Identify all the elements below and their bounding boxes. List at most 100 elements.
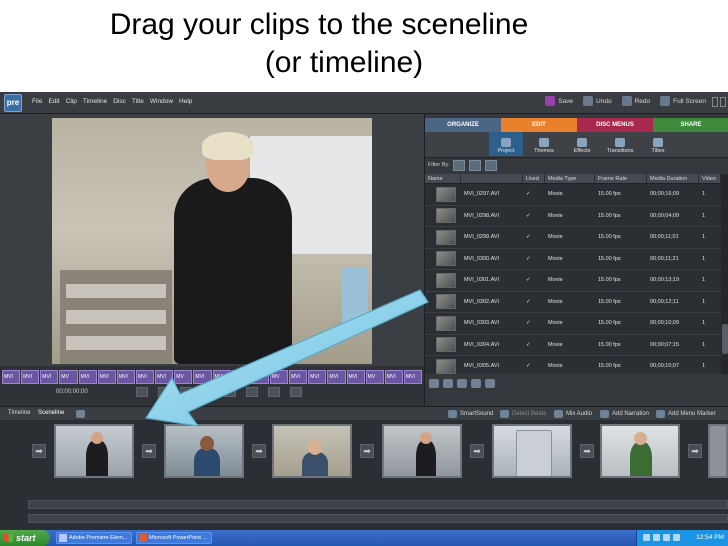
filmstrip-clip[interactable]: MVI: [289, 370, 308, 384]
table-row[interactable]: MVI_0298.AVI ✓ Movie 15.00 fps 00;00;04;…: [425, 206, 721, 227]
transition-slot[interactable]: ➡: [580, 444, 594, 458]
minimize-icon[interactable]: [712, 97, 718, 107]
clip-thumbnail[interactable]: [436, 294, 456, 310]
go-to-start-button[interactable]: [136, 387, 148, 397]
filmstrip-clip[interactable]: MVI: [250, 370, 269, 384]
clip-thumbnail[interactable]: [436, 229, 456, 245]
menu-timeline[interactable]: Timeline: [83, 98, 107, 105]
scene-clip[interactable]: [708, 424, 728, 478]
clip-thumbnail[interactable]: [436, 358, 456, 374]
start-button[interactable]: start: [0, 530, 50, 546]
filmstrip-clip[interactable]: MVI: [384, 370, 403, 384]
close-icon[interactable]: [720, 97, 726, 107]
undo-button[interactable]: Undo: [583, 96, 612, 106]
filter-audio-icon[interactable]: [469, 160, 481, 171]
scene-clip[interactable]: [600, 424, 680, 478]
filmstrip-clip[interactable]: MVI: [193, 370, 212, 384]
col-header-frame-rate[interactable]: Frame Rate: [595, 174, 647, 183]
step-forward-button[interactable]: [202, 387, 214, 397]
list-view-icon[interactable]: [429, 379, 439, 388]
table-row[interactable]: MVI_0297.AVI ✓ Movie 15.00 fps 00;00;16;…: [425, 184, 721, 206]
filmstrip-clip[interactable]: MVI: [40, 370, 59, 384]
filmstrip-clip[interactable]: MVI: [308, 370, 327, 384]
add-menu-marker-button[interactable]: Add Menu Marker: [656, 410, 716, 418]
filmstrip-clip[interactable]: MVI: [212, 370, 231, 384]
subtab-effects[interactable]: Effects: [565, 132, 599, 156]
filmstrip-clip[interactable]: MVI: [97, 370, 116, 384]
filmstrip-clip[interactable]: MVI: [231, 370, 250, 384]
scene-clip[interactable]: [272, 424, 352, 478]
tab-share[interactable]: SHARE: [653, 118, 728, 132]
tray-icon[interactable]: [663, 534, 670, 541]
transition-slot[interactable]: ➡: [142, 444, 156, 458]
icon-view-icon[interactable]: [443, 379, 453, 388]
clip-thumbnail[interactable]: [436, 337, 456, 353]
clip-thumbnail[interactable]: [436, 251, 456, 267]
filter-image-icon[interactable]: [485, 160, 497, 171]
menu-help[interactable]: Help: [179, 98, 192, 105]
tray-icon[interactable]: [673, 534, 680, 541]
tray-icon[interactable]: [643, 534, 650, 541]
taskbar-powerpoint[interactable]: Microsoft PowerPoint ...: [136, 532, 212, 544]
sceneline-options-icon[interactable]: [76, 410, 85, 418]
filmstrip-clip[interactable]: MVI: [155, 370, 174, 384]
tab-sceneline[interactable]: Sceneline: [38, 410, 64, 416]
clip-thumbnail[interactable]: [436, 315, 456, 331]
volume-button[interactable]: [268, 387, 280, 397]
tab-edit[interactable]: EDIT: [501, 118, 577, 132]
clip-thumbnail[interactable]: [436, 208, 456, 224]
filmstrip-clip[interactable]: MVI: [346, 370, 365, 384]
filmstrip-clip[interactable]: MVI: [135, 370, 155, 384]
tray-icon[interactable]: [653, 534, 660, 541]
filmstrip-clip[interactable]: MVI: [78, 370, 97, 384]
scene-clip[interactable]: [382, 424, 462, 478]
menu-disc[interactable]: Disc: [113, 98, 126, 105]
split-clip-button[interactable]: [246, 387, 258, 397]
menu-file[interactable]: File: [32, 98, 42, 105]
table-row[interactable]: MVI_0299.AVI ✓ Movie 15.00 fps 00;00;11;…: [425, 227, 721, 249]
delete-icon[interactable]: [485, 379, 495, 388]
subtab-titles[interactable]: Titles: [641, 132, 675, 156]
smartsound-button[interactable]: SmartSound: [448, 410, 493, 418]
table-row[interactable]: MVI_0302.AVI ✓ Movie 15.00 fps 00;00;12;…: [425, 292, 721, 313]
subtab-themes[interactable]: Themes: [527, 132, 561, 156]
col-header-name[interactable]: Name: [425, 174, 461, 183]
scrollbar-thumb[interactable]: [722, 324, 728, 354]
table-row[interactable]: MVI_0303.AVI ✓ Movie 15.00 fps 00;00;10;…: [425, 313, 721, 335]
menu-title[interactable]: Title: [132, 98, 144, 105]
taskbar-premiere[interactable]: Adobe Premiere Elem...: [56, 532, 132, 544]
subtab-transitions[interactable]: Transitions: [603, 132, 637, 156]
filmstrip-clip[interactable]: MVI: [2, 370, 21, 384]
narration-track[interactable]: [28, 500, 728, 509]
transition-slot[interactable]: ➡: [252, 444, 266, 458]
col-header-used[interactable]: Used: [523, 174, 545, 183]
table-row[interactable]: MVI_0304.AVI ✓ Movie 15.00 fps 00;00;07;…: [425, 335, 721, 356]
add-narration-button[interactable]: Add Narration: [600, 410, 649, 418]
media-table-scrollbar[interactable]: [721, 174, 728, 374]
filmstrip-clip[interactable]: MVI: [116, 370, 135, 384]
filmstrip-clip[interactable]: MVI: [327, 370, 346, 384]
subtab-project[interactable]: Project: [489, 132, 523, 156]
folder-icon[interactable]: [457, 379, 467, 388]
menu-window[interactable]: Window: [150, 98, 173, 105]
play-button[interactable]: [180, 387, 192, 397]
transition-slot[interactable]: ➡: [360, 444, 374, 458]
go-to-end-button[interactable]: [224, 387, 236, 397]
mix-audio-button[interactable]: Mix Audio: [554, 410, 592, 418]
table-row[interactable]: MVI_0301.AVI ✓ Movie 15.00 fps 00;00;13;…: [425, 270, 721, 292]
tab-timeline[interactable]: Timeline: [8, 410, 30, 416]
new-item-icon[interactable]: [471, 379, 481, 388]
clip-thumbnail[interactable]: [436, 186, 456, 202]
menu-edit[interactable]: Edit: [48, 98, 59, 105]
col-header-media-duration[interactable]: Media Duration: [647, 174, 699, 183]
redo-button[interactable]: Redo: [621, 96, 650, 106]
step-back-button[interactable]: [158, 387, 170, 397]
filmstrip-clip[interactable]: MV: [269, 370, 289, 384]
scene-clip[interactable]: [164, 424, 244, 478]
transition-slot[interactable]: ➡: [688, 444, 702, 458]
detect-beats-button[interactable]: Detect Beats: [500, 410, 546, 418]
table-row[interactable]: MVI_0300.AVI ✓ Movie 15.00 fps 00;00;11;…: [425, 249, 721, 270]
fullscreen-preview-button[interactable]: [290, 387, 302, 397]
transition-slot[interactable]: ➡: [32, 444, 46, 458]
tab-organize[interactable]: ORGANIZE: [425, 118, 501, 132]
